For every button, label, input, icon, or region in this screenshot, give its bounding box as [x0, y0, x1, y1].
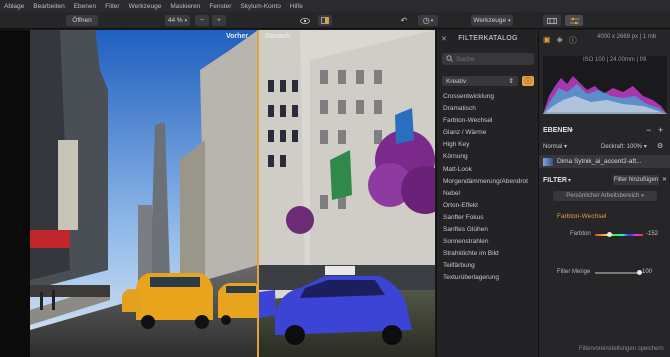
search-input[interactable]	[453, 55, 523, 63]
menu-item-0[interactable]: Ablage	[4, 3, 24, 10]
add-filter-button[interactable]: Filter hinzufügen	[613, 175, 659, 185]
filter-list-item[interactable]: High Key	[443, 139, 539, 151]
menu-item-7[interactable]: Skylum-Konto	[240, 3, 280, 10]
info-button[interactable]: ⓘ	[522, 76, 534, 86]
filter-list-item[interactable]: Crossentwicklung	[443, 91, 539, 103]
search-icon	[446, 54, 453, 64]
chevron-down-icon[interactable]: ▾	[570, 127, 573, 134]
menu-item-6[interactable]: Fenster	[209, 3, 231, 10]
histogram: ISO 100 | 24.00mm | f/8	[543, 56, 667, 114]
info-icon[interactable]: ⓘ	[569, 35, 577, 46]
filter-amount-label: Filter Menge	[557, 269, 591, 275]
layers-title: EBENEN	[543, 127, 573, 134]
chevron-down-icon[interactable]: ▾	[568, 177, 571, 184]
adjustments-icon[interactable]	[565, 15, 583, 26]
tools-label: Werkzeuge	[473, 17, 507, 24]
menu-bar: Ablage Bearbeiten Ebenen Filter Werkzeuge Mas…	[0, 0, 670, 12]
hue-slider-knob[interactable]	[606, 231, 612, 237]
chevron-down-icon: ▾	[641, 193, 644, 199]
opacity-control[interactable]: Deckraft: 100% ▾	[601, 143, 647, 150]
layout-icon[interactable]	[543, 15, 561, 26]
blend-mode-select[interactable]: Normal ▾	[543, 143, 567, 150]
image-size: 4000 x 2669 px | 1 mb	[597, 34, 657, 40]
menu-item-3[interactable]: Filter	[105, 3, 119, 10]
category-select[interactable]: Kreativ ⇕	[442, 76, 518, 86]
catalog-title: FILTERKATALOG	[458, 35, 518, 42]
filter-amount-slider[interactable]	[595, 272, 639, 274]
menu-item-8[interactable]: Hilfe	[290, 3, 303, 10]
image-viewer[interactable]: Vorher Danach	[0, 30, 435, 357]
comparison-split-handle[interactable]	[257, 30, 259, 357]
layer-name: Dima Sytnik_ai_accent2-aft...	[557, 158, 642, 165]
compare-split-icon[interactable]	[318, 15, 332, 26]
blend-mode-value: Normal	[543, 144, 563, 150]
filter-title: FILTER	[543, 177, 567, 184]
filter-list-item[interactable]: Matt-Look	[443, 164, 539, 176]
hue-slider[interactable]	[595, 234, 643, 236]
zoom-value: 44 %	[167, 17, 183, 24]
history-icon[interactable]: ◷ ▾	[418, 15, 438, 26]
exif-info: ISO 100 | 24.00mm | f/8	[583, 57, 647, 63]
toolbar: Öffnen 44 % ▾ − + ↶ ◷ ▾ Werkzeuge ▾	[0, 12, 670, 29]
filter-list-item[interactable]: Strahldichte im Bild	[443, 248, 539, 260]
workspace-select[interactable]: Persönlicher Arbeitsbereich ▾	[553, 191, 657, 201]
gear-icon[interactable]: ⚙	[657, 142, 663, 150]
opacity-value: Deckraft: 100%	[601, 144, 643, 150]
filter-list-item[interactable]: Texturüberlagerung	[443, 272, 539, 284]
filter-list-item[interactable]: Sanftes Glühen	[443, 224, 539, 236]
menu-item-1[interactable]: Bearbeiten	[33, 3, 64, 10]
filter-list-item[interactable]: Sonnenstrahlen	[443, 236, 539, 248]
workspace-value: Persönlicher Arbeitsbereich	[566, 193, 640, 199]
layer-thumbnail	[543, 157, 553, 166]
zoom-dropdown[interactable]: 44 % ▾	[165, 15, 190, 26]
layers-icon[interactable]: ◈	[557, 35, 563, 46]
filter-list-item[interactable]: Farbton-Wechsel	[443, 115, 539, 127]
filter-list-item[interactable]: Körnung	[443, 151, 539, 163]
chevron-up-down-icon: ⇕	[508, 78, 514, 85]
chevron-down-icon: ▾	[184, 17, 188, 24]
image-icon[interactable]: ▣	[543, 35, 551, 46]
filter-list-item[interactable]: Teilfärbung	[443, 260, 539, 272]
filter-catalog-panel: ✕ FILTERKATALOG Kreativ ⇕ ⓘ Crossentwick…	[436, 30, 538, 357]
menu-item-4[interactable]: Werkzeuge	[129, 3, 162, 10]
hue-value: -152	[646, 231, 659, 237]
filter-list-item[interactable]: Glanz / Wärme	[443, 127, 539, 139]
filter-amount-value: 100	[642, 269, 653, 275]
filter-list: Crossentwicklung Dramatisch Farbton-Wechse…	[443, 91, 539, 285]
filter-list-item[interactable]: Morgendämmerung/Abendrot	[443, 176, 539, 188]
zoom-in-button[interactable]: +	[212, 15, 226, 26]
right-panel: ▣ ◈ ⓘ 4000 x 2669 px | 1 mb ISO 100 | 24…	[538, 30, 670, 357]
menu-item-5[interactable]: Maskieren	[170, 3, 200, 10]
layer-row[interactable]: Dima Sytnik_ai_accent2-aft...	[539, 155, 670, 168]
after-label: Danach	[265, 33, 291, 40]
remove-layer-button[interactable]: −	[646, 125, 651, 135]
tools-dropdown[interactable]: Werkzeuge ▾	[471, 15, 513, 26]
add-layer-button[interactable]: +	[658, 125, 663, 135]
filter-list-item[interactable]: Nebel	[443, 188, 539, 200]
filter-list-item[interactable]: Dramatisch	[443, 103, 539, 115]
street-photo	[30, 30, 435, 357]
category-value: Kreativ	[446, 77, 467, 85]
search-field[interactable]	[442, 53, 534, 65]
zoom-out-button[interactable]: −	[195, 15, 209, 26]
filter-list-item[interactable]: Orton-Effekt	[443, 200, 539, 212]
close-icon[interactable]: ✕	[662, 176, 667, 183]
undo-icon[interactable]: ↶	[397, 15, 411, 26]
eye-icon[interactable]	[298, 15, 312, 26]
menu-item-2[interactable]: Ebenen	[74, 3, 96, 10]
save-presets-button[interactable]: Filtervoreinstellungen speichern	[579, 346, 664, 352]
chevron-down-icon: ▾	[508, 17, 511, 24]
filter-list-item[interactable]: Sanfter Fokus	[443, 212, 539, 224]
before-label: Vorher	[226, 33, 249, 40]
filter-amount-slider-knob[interactable]	[636, 269, 642, 275]
active-filter-name: Farbton-Wechsel	[557, 213, 607, 220]
panel-icons: ▣ ◈ ⓘ	[543, 35, 577, 46]
hue-label: Farbton	[570, 231, 591, 237]
open-button[interactable]: Öffnen	[66, 15, 98, 26]
